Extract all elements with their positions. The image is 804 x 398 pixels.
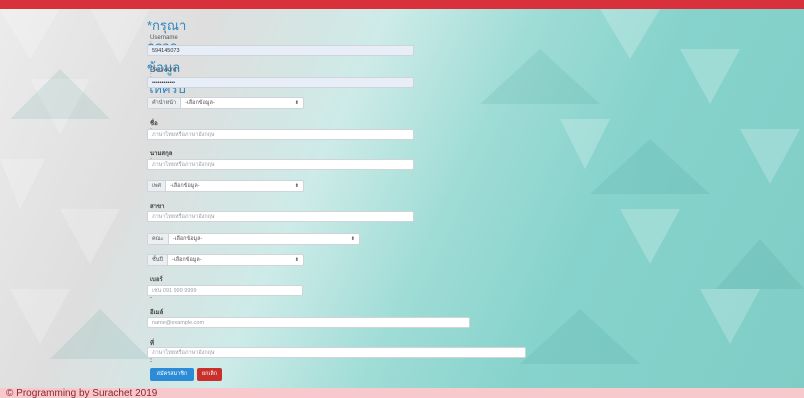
prefix-value: -เลือกข้อมูล- [185,100,215,106]
prefix-addon: คำนำหน้า [148,98,182,108]
submit-button[interactable]: สมัครสมาชิก [150,368,194,381]
faculty-select[interactable]: คณะ -เลือกข้อมูล- ⬍ [147,233,360,245]
year-select[interactable]: ชั้นปี -เลือกข้อมูล- ⬍ [147,254,304,266]
year-addon: ชั้นปี [148,255,168,265]
lastname-field[interactable]: ภาษาไทยหรือภาษาอังกฤษ [147,159,414,170]
triangle-pattern-background [0,9,804,364]
email-field[interactable]: name@example.com [147,317,470,328]
select-caret-icon: ⬍ [294,100,299,106]
year-value: -เลือกข้อมูล- [171,257,202,263]
prefix-select[interactable]: คำนำหน้า -เลือกข้อมูล- ⬍ [147,97,304,109]
address-field[interactable]: ภาษาไทยหรือภาษาอังกฤษ [147,347,526,358]
gender-value: -เลือกข้อมูล- [170,183,200,189]
cancel-button[interactable]: ยกเลิก [197,368,222,381]
phone-field[interactable]: เช่น 091 999 9999 [147,285,303,296]
gender-select[interactable]: เพศ -เลือกข้อมูล- ⬍ [147,180,304,192]
firstname-field[interactable]: ภาษาไทยหรือภาษาอังกฤษ [147,129,414,140]
select-caret-icon: ⬍ [350,236,355,242]
faculty-value: -เลือกข้อมูล- [172,236,203,242]
select-caret-icon: ⬍ [294,257,299,263]
top-accent-bar [0,0,804,9]
major-field[interactable]: ภาษาไทยหรือภาษาอังกฤษ [147,211,414,222]
footer-text: © Programming by Surachet 2019 [6,388,158,398]
select-caret-icon: ⬍ [294,183,299,189]
faculty-addon: คณะ [148,234,169,244]
gender-addon: เพศ [148,181,166,191]
password-field[interactable]: •••••••••••• [147,77,414,88]
username-field[interactable]: 594145073 [147,45,414,56]
footer: © Programming by Surachet 2019 [0,388,804,398]
